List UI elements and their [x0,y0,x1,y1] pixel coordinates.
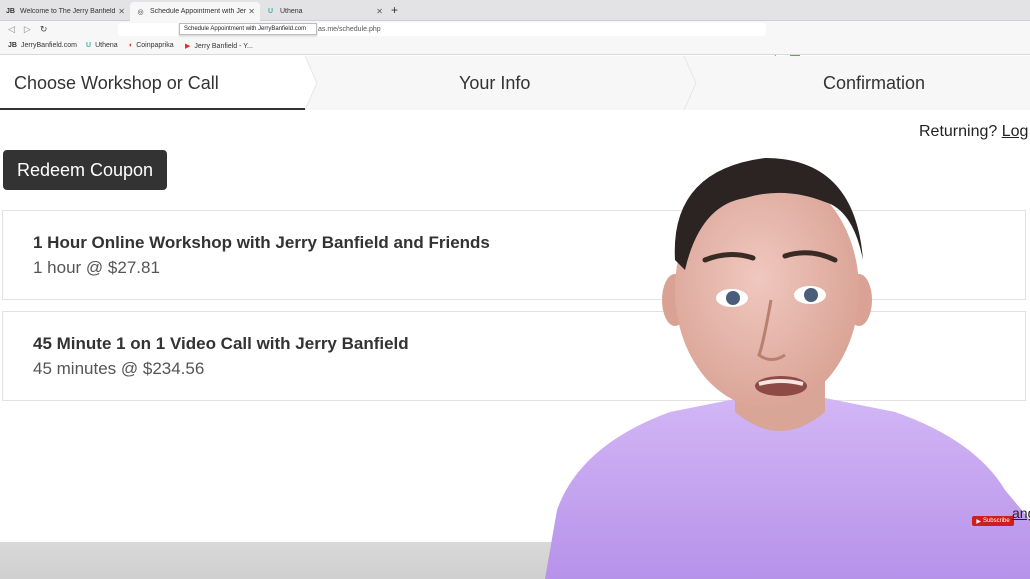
tab-uthena[interactable]: U Uthena ✕ [260,2,388,21]
coinpaprika-favicon-icon: ◖ [128,42,133,49]
bookmark-label: Jerry Banfield - Y... [194,42,253,50]
bookmark-jerrybanfield[interactable]: JB JerryBanfield.com [8,42,77,49]
new-tab-plus-icon[interactable]: + [391,4,398,16]
offering-title: 1 Hour Online Workshop with Jerry Banfie… [33,233,490,252]
bookmark-label: Coinpaprika [136,42,174,49]
youtube-favicon-icon: ▶ [185,43,191,50]
tab-welcome[interactable]: JB Welcome to The Jerry Banfield ✕ [0,2,130,21]
step-your-info[interactable]: Your Info [459,73,530,94]
offering-price: 1 hour @ $27.81 [33,258,160,277]
close-tab-icon[interactable]: ✕ [376,7,383,16]
forward-arrow-icon[interactable]: ▷ [24,24,31,35]
tab-title: Welcome to The Jerry Banfield [20,8,116,15]
close-tab-icon[interactable]: ✕ [118,7,125,16]
back-arrow-icon[interactable]: ◁ [8,24,15,35]
uthena-favicon-icon: U [267,8,274,15]
browser-tab-bar: JB Welcome to The Jerry Banfield ✕ ◎ Sch… [0,0,1030,21]
redeem-coupon-button[interactable]: Redeem Coupon [3,150,167,190]
tab-tooltip: Schedule Appointment with JerryBanfield.… [179,23,317,35]
bookmark-youtube[interactable]: ▶ Jerry Banfield - Y... [185,42,253,51]
presenter-video-overlay [545,158,1030,579]
bookmarks-bar: JB JerryBanfield.com U Uthena ◖ Coinpapr… [0,38,1030,55]
bookmark-uthena[interactable]: U Uthena [86,42,118,49]
bookmark-label: Uthena [95,42,118,49]
tab-schedule-appointment[interactable]: ◎ Schedule Appointment with Jer ✕ [130,2,260,21]
step-divider-chevron [684,56,697,110]
returning-label: Returning? [919,123,998,140]
browser-toolbar: ◁ ▷ ↻ as.me/schedule.php 3 ● ≡ [0,21,1030,56]
uthena-favicon-icon: U [86,42,92,49]
bookmark-label: JerryBanfield.com [20,42,77,49]
partial-link[interactable]: ang [1012,505,1030,521]
jb-favicon-icon: JB [8,42,17,49]
acuity-favicon-icon: ◎ [137,8,144,16]
tab-title: Uthena [280,8,303,15]
bookmark-coinpaprika[interactable]: ◖ Coinpaprika [128,42,174,49]
step-confirmation[interactable]: Confirmation [823,73,925,94]
login-link[interactable]: Log [1002,123,1029,140]
booking-steps: Choose Workshop or Call Your Info Confir… [0,56,1030,110]
offering-title: 45 Minute 1 on 1 Video Call with Jerry B… [33,334,409,353]
url-text: as.me/schedule.php [318,26,381,33]
screen: JB Welcome to The Jerry Banfield ✕ ◎ Sch… [0,0,1030,579]
subscribe-button[interactable]: ▶ Subscribe [972,516,1014,526]
subscribe-label: Subscribe [982,518,1010,524]
offering-price: 45 minutes @ $234.56 [33,359,205,378]
step-divider-chevron [305,56,318,110]
tab-title: Schedule Appointment with Jer [150,8,246,15]
returning-prompt: Returning? Log [919,123,1028,141]
youtube-play-icon: ▶ [976,518,981,525]
reload-icon[interactable]: ↻ [40,24,48,35]
close-tab-icon[interactable]: ✕ [248,7,255,16]
jb-favicon-icon: JB [6,8,15,15]
nav-buttons: ◁ ▷ ↻ [8,24,47,35]
step-choose-workshop[interactable]: Choose Workshop or Call [14,73,219,94]
